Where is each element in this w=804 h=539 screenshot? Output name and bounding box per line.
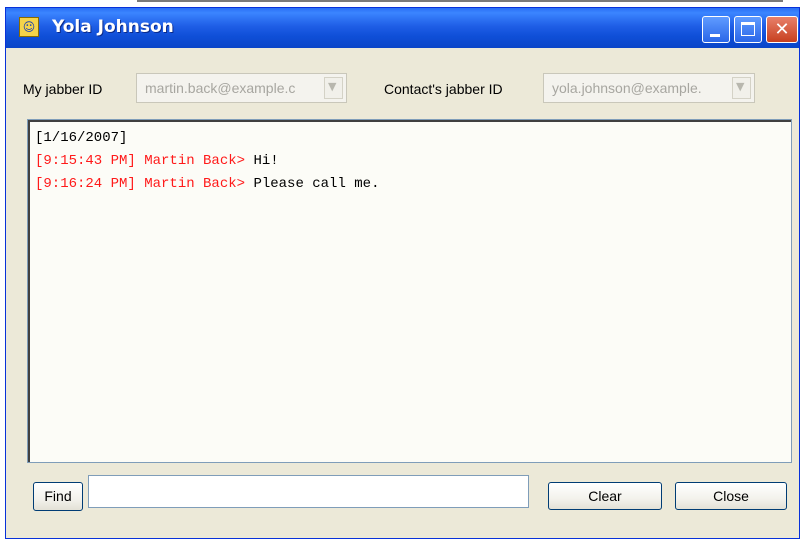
chevron-down-icon: ▼ — [328, 80, 337, 93]
message-text: Hi! — [245, 153, 279, 169]
find-button[interactable]: Find — [33, 482, 83, 511]
my-jabber-id-value: martin.back@example.c — [145, 80, 296, 96]
message-prefix: [9:15:43 PM] Martin Back> — [35, 153, 246, 169]
chat-log[interactable]: [1/16/2007] [9:15:43 PM] Martin Back> Hi… — [27, 119, 792, 463]
log-date: [1/16/2007] — [35, 130, 128, 146]
chevron-down-icon: ▼ — [736, 80, 745, 93]
contact-jabber-id-value: yola.johnson@example. — [552, 80, 702, 96]
window-title: Yola Johnson — [52, 17, 174, 37]
title-bar[interactable]: ☺ Yola Johnson ✕ — [6, 8, 799, 48]
close-window-button[interactable]: ✕ — [766, 16, 798, 43]
maximize-icon — [741, 22, 755, 36]
message-text: Please call me. — [245, 176, 380, 192]
my-jabber-id-label: My jabber ID — [23, 81, 103, 97]
close-button[interactable]: Close — [675, 482, 787, 510]
contact-jabber-id-select[interactable]: yola.johnson@example. ▼ — [543, 73, 755, 103]
log-message: [9:16:24 PM] Martin Back> Please call me… — [35, 176, 379, 192]
log-message: [9:15:43 PM] Martin Back> Hi! — [35, 153, 279, 169]
top-divider-line — [137, 0, 783, 2]
message-prefix: [9:16:24 PM] Martin Back> — [35, 176, 246, 192]
minimize-button[interactable] — [702, 16, 730, 43]
find-input[interactable] — [88, 475, 529, 508]
minimize-icon — [710, 34, 720, 37]
contact-jabber-id-label: Contact's jabber ID — [384, 81, 503, 97]
close-icon: ✕ — [774, 19, 790, 40]
app-icon: ☺ — [19, 17, 39, 37]
maximize-button[interactable] — [734, 16, 762, 43]
my-jabber-id-dropdown-button[interactable]: ▼ — [324, 77, 343, 99]
clear-button[interactable]: Clear — [548, 482, 662, 510]
contact-jabber-id-dropdown-button[interactable]: ▼ — [732, 77, 751, 99]
my-jabber-id-select[interactable]: martin.back@example.c ▼ — [136, 73, 347, 103]
